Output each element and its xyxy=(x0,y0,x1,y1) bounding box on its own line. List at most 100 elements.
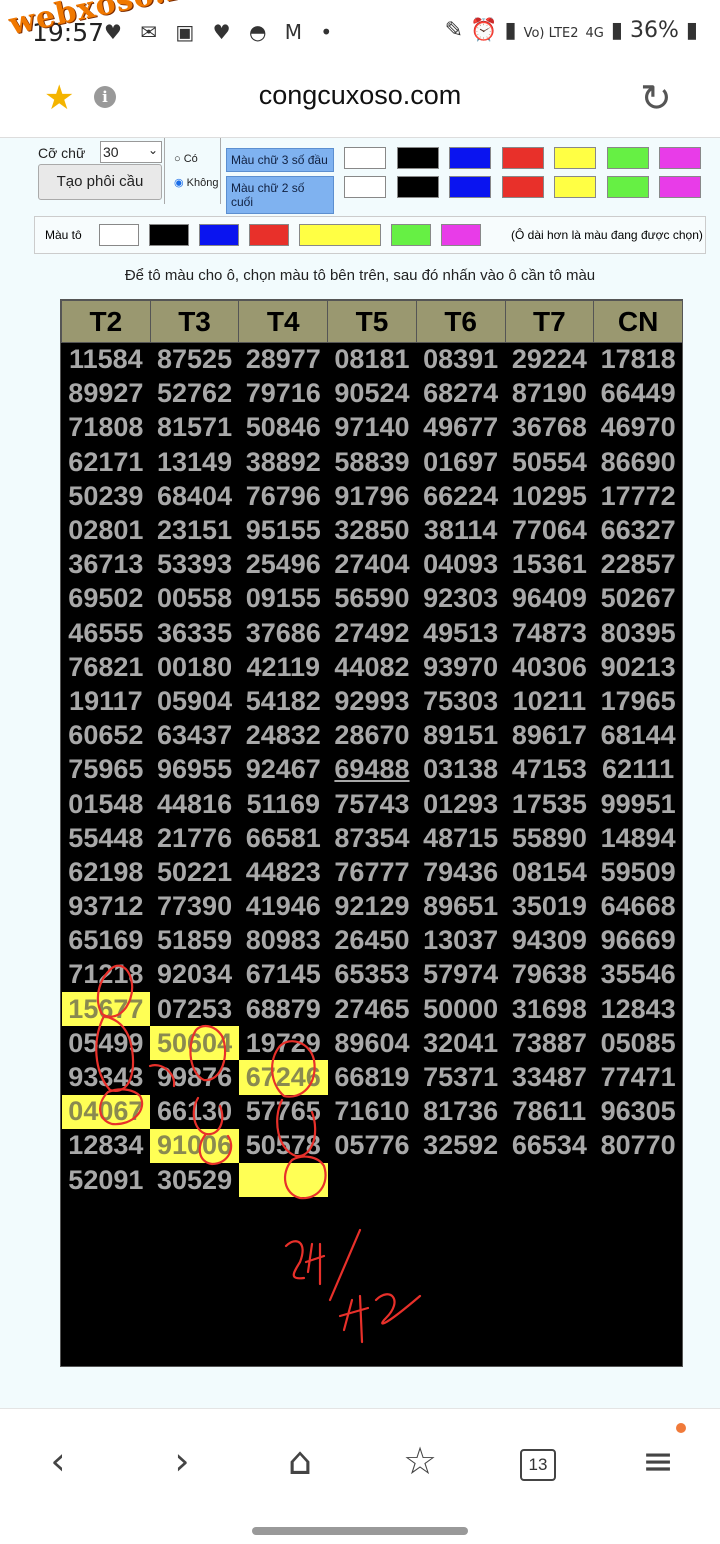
grid-cell[interactable]: 29224 xyxy=(505,343,594,377)
grid-cell[interactable]: 96305 xyxy=(594,1095,683,1129)
grid-cell[interactable]: 89617 xyxy=(505,719,594,753)
color-swatch[interactable] xyxy=(149,224,189,246)
grid-cell[interactable]: 80770 xyxy=(594,1129,683,1163)
grid-cell[interactable]: 28977 xyxy=(239,343,328,377)
grid-cell[interactable]: 57974 xyxy=(416,958,505,992)
grid-cell[interactable]: 91796 xyxy=(328,479,417,513)
grid-cell[interactable]: 63437 xyxy=(150,719,239,753)
grid-cell[interactable]: 81571 xyxy=(150,411,239,445)
grid-cell[interactable]: 21776 xyxy=(150,821,239,855)
grid-cell[interactable]: 96955 xyxy=(150,753,239,787)
grid-cell[interactable]: 51859 xyxy=(150,924,239,958)
grid-cell[interactable]: 08181 xyxy=(328,343,417,377)
grid-cell[interactable]: 66130 xyxy=(150,1095,239,1129)
color-swatch[interactable] xyxy=(449,147,491,169)
grid-cell[interactable]: 65169 xyxy=(62,924,151,958)
grid-cell[interactable]: 00558 xyxy=(150,582,239,616)
grid-cell[interactable]: 76777 xyxy=(328,855,417,889)
grid-cell[interactable]: 81736 xyxy=(416,1095,505,1129)
back-icon[interactable]: ‹ xyxy=(28,1439,88,1483)
grid-cell[interactable]: 75965 xyxy=(62,753,151,787)
grid-cell[interactable]: 75743 xyxy=(328,787,417,821)
menu-icon[interactable]: ≡ xyxy=(628,1439,688,1483)
grid-cell[interactable]: 96409 xyxy=(505,582,594,616)
grid-cell[interactable]: 62198 xyxy=(62,855,151,889)
color-swatch[interactable] xyxy=(659,176,701,198)
grid-cell[interactable]: 17965 xyxy=(594,684,683,718)
grid-cell[interactable]: 50239 xyxy=(62,479,151,513)
grid-cell[interactable]: 47153 xyxy=(505,753,594,787)
grid-cell[interactable]: 93970 xyxy=(416,650,505,684)
color-swatch[interactable] xyxy=(299,224,381,246)
color-swatch[interactable] xyxy=(606,176,649,198)
grid-cell[interactable]: 77064 xyxy=(505,513,594,547)
grid-cell[interactable]: 73887 xyxy=(505,1026,594,1060)
grid-cell[interactable]: 71218 xyxy=(62,958,151,992)
color-swatch[interactable] xyxy=(501,176,544,198)
grid-cell[interactable]: 14894 xyxy=(594,821,683,855)
grid-cell[interactable]: 55890 xyxy=(505,821,594,855)
grid-cell[interactable]: 99876 xyxy=(150,1060,239,1094)
grid-cell[interactable]: 36335 xyxy=(150,616,239,650)
grid-cell[interactable]: 09155 xyxy=(239,582,328,616)
grid-cell[interactable]: 04067 xyxy=(61,1094,151,1129)
grid-cell[interactable]: 69488 xyxy=(328,753,417,787)
grid-cell[interactable]: 12843 xyxy=(594,992,683,1026)
grid-cell[interactable]: 17772 xyxy=(594,479,683,513)
grid-cell[interactable] xyxy=(594,1163,683,1197)
grid-cell[interactable]: 33487 xyxy=(505,1060,594,1094)
grid-cell[interactable]: 50221 xyxy=(150,855,239,889)
grid-cell[interactable]: 79436 xyxy=(416,855,505,889)
grid-cell[interactable]: 38114 xyxy=(416,513,505,547)
grid-cell[interactable]: 05499 xyxy=(62,1026,151,1060)
grid-cell[interactable]: 52091 xyxy=(62,1163,151,1197)
color-swatch[interactable] xyxy=(659,147,701,169)
grid-cell[interactable]: 66327 xyxy=(594,513,683,547)
color-swatch[interactable] xyxy=(441,224,481,246)
grid-cell[interactable]: 79716 xyxy=(239,377,328,411)
grid-cell[interactable]: 71808 xyxy=(62,411,151,445)
grid-cell[interactable]: 66224 xyxy=(416,479,505,513)
tabs-icon[interactable]: 13 xyxy=(520,1449,556,1481)
grid-cell[interactable]: 35019 xyxy=(505,890,594,924)
grid-cell[interactable]: 05776 xyxy=(328,1129,417,1163)
grid-cell[interactable]: 55448 xyxy=(62,821,151,855)
grid-cell[interactable]: 86690 xyxy=(594,445,683,479)
grid-cell[interactable]: 36713 xyxy=(62,548,151,582)
grid-cell[interactable]: 49513 xyxy=(416,616,505,650)
grid-cell[interactable] xyxy=(416,1163,505,1197)
grid-cell[interactable]: 50000 xyxy=(416,992,505,1026)
grid-cell[interactable]: 38892 xyxy=(239,445,328,479)
grid-cell[interactable]: 26450 xyxy=(328,924,417,958)
forward-icon[interactable]: › xyxy=(152,1439,212,1483)
grid-cell[interactable]: 68879 xyxy=(239,992,328,1026)
grid-cell[interactable]: 87190 xyxy=(505,377,594,411)
grid-cell[interactable]: 74873 xyxy=(505,616,594,650)
grid-cell[interactable]: 93712 xyxy=(62,890,151,924)
grid-cell[interactable]: 44816 xyxy=(150,787,239,821)
grid-cell[interactable]: 05904 xyxy=(150,684,239,718)
grid-cell[interactable]: 17535 xyxy=(505,787,594,821)
grid-cell[interactable]: 67145 xyxy=(239,958,328,992)
grid-cell[interactable]: 66819 xyxy=(328,1060,417,1094)
grid-cell[interactable]: 36768 xyxy=(505,411,594,445)
url-text[interactable]: congcuxoso.com xyxy=(0,80,720,111)
radio-yes[interactable]: ○ Có xyxy=(174,153,198,165)
grid-cell[interactable]: 01293 xyxy=(416,787,505,821)
grid-cell[interactable]: 19117 xyxy=(62,684,151,718)
grid-cell[interactable]: 66581 xyxy=(239,821,328,855)
grid-cell[interactable]: 13149 xyxy=(150,445,239,479)
grid-cell[interactable]: 67246 xyxy=(238,1060,328,1095)
grid-cell[interactable]: 41946 xyxy=(239,890,328,924)
grid-cell[interactable]: 77471 xyxy=(594,1060,683,1094)
grid-cell[interactable]: 65353 xyxy=(328,958,417,992)
reload-icon[interactable]: ↻ xyxy=(640,76,672,120)
grid-cell[interactable]: 79638 xyxy=(505,958,594,992)
grid-cell[interactable]: 15677 xyxy=(61,992,151,1027)
grid-cell[interactable]: 78611 xyxy=(505,1095,594,1129)
grid-cell[interactable]: 75371 xyxy=(416,1060,505,1094)
grid-cell[interactable]: 30529 xyxy=(150,1163,239,1197)
grid-cell[interactable]: 28670 xyxy=(328,719,417,753)
color-swatch[interactable] xyxy=(344,147,386,169)
grid-cell[interactable]: 89151 xyxy=(416,719,505,753)
